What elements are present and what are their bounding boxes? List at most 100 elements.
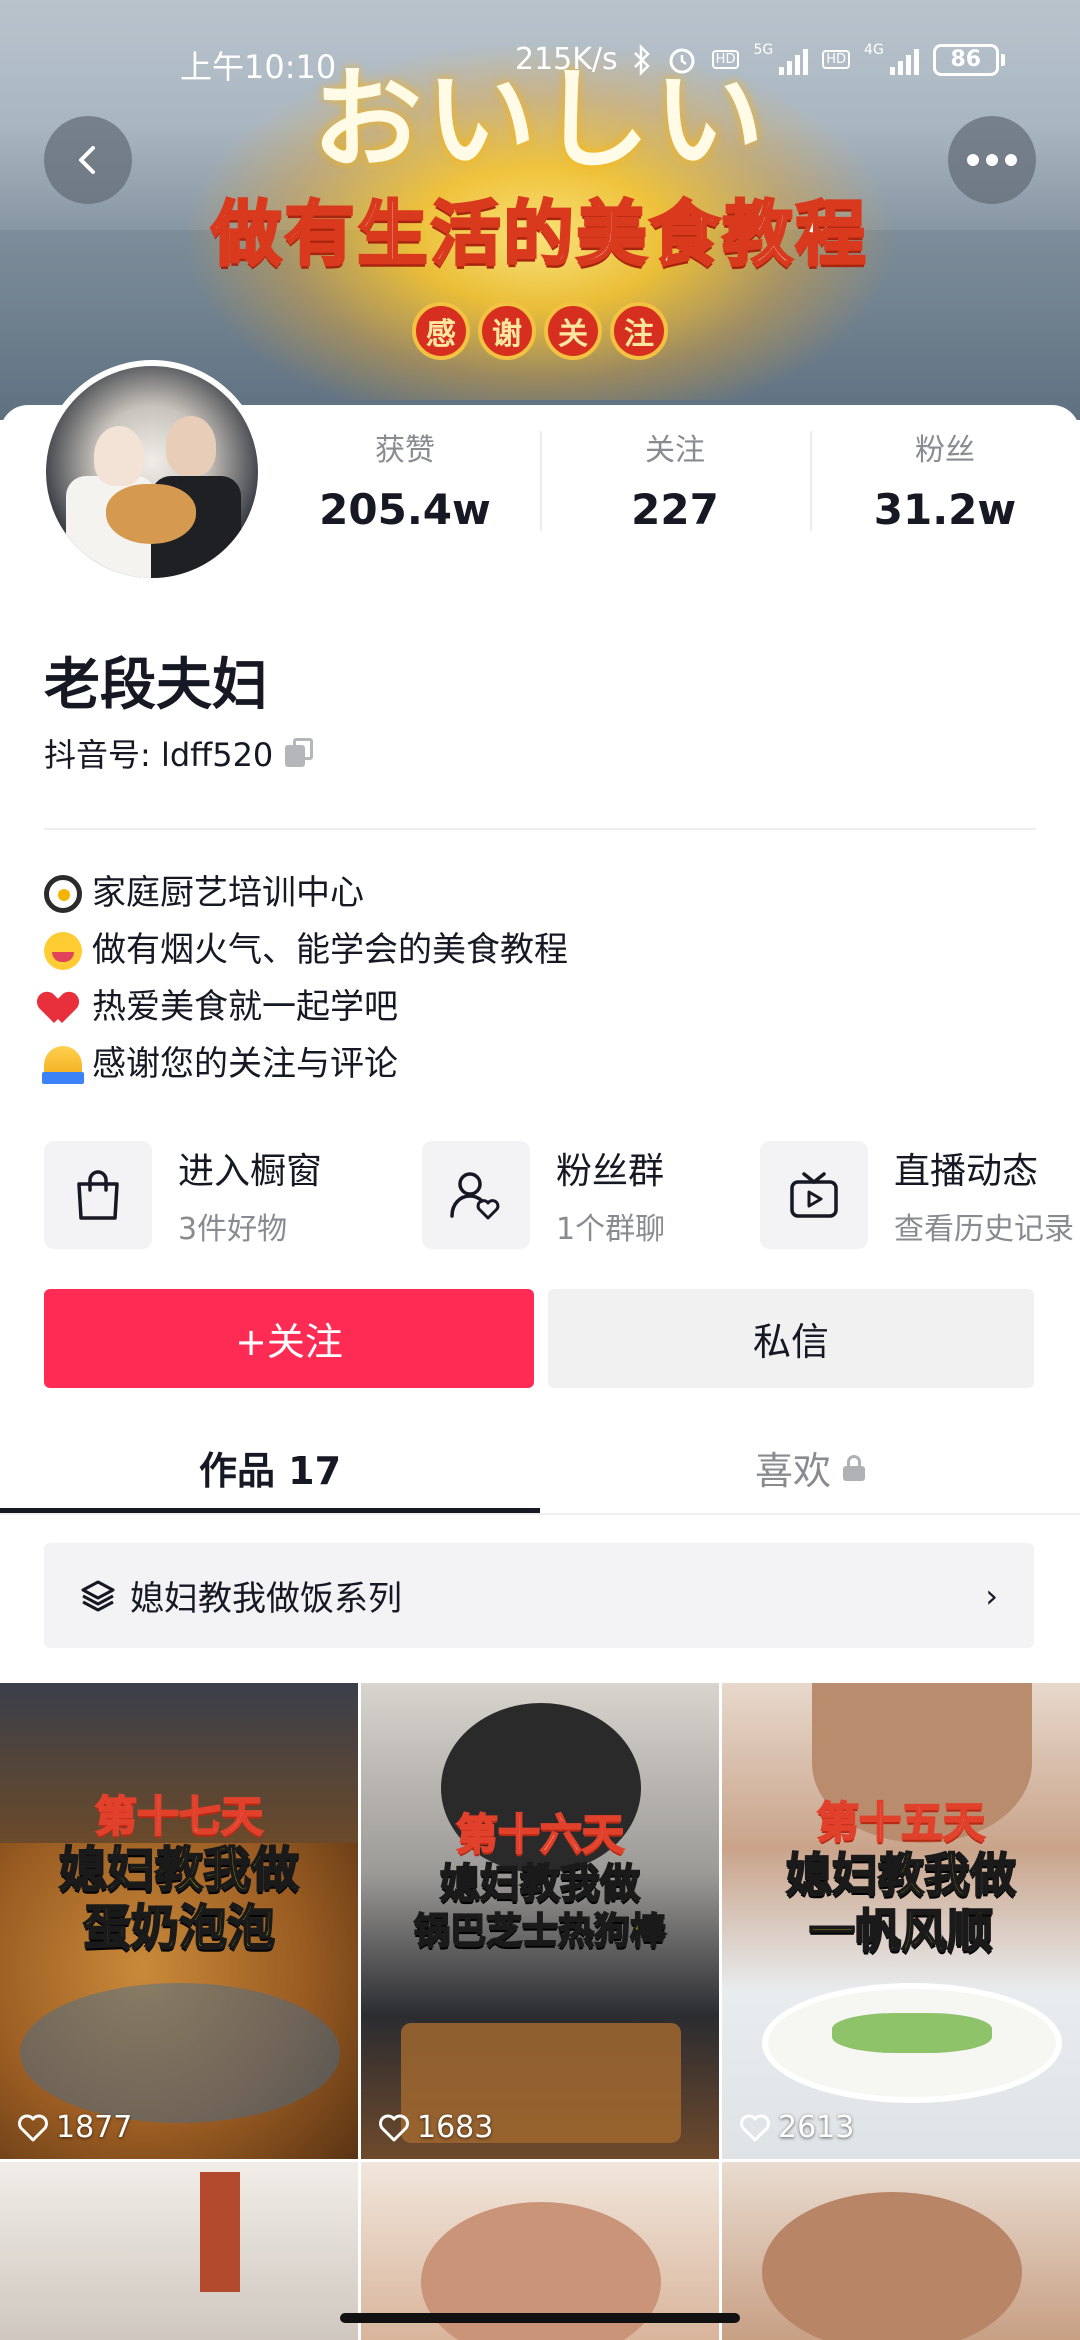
stat-label: 关注 [645, 433, 705, 468]
banner-badge: 关 [544, 302, 602, 360]
video-tile[interactable] [0, 2162, 358, 2340]
smile-emoji-icon [44, 931, 82, 970]
quick-link-live[interactable]: 直播动态 查看历史记录 [760, 1140, 1074, 1250]
video-title-line2: 锅巴芝士热狗棒 [413, 1910, 667, 1953]
profile-bio: 家庭厨艺培训中心 做有烟火气、能学会的美食教程 热爱美食就一起学吧 感谢您的关注… [42, 865, 568, 1093]
bio-line: 感谢您的关注与评论 [42, 1036, 568, 1093]
video-tile[interactable]: 第十七天 媳妇教我做 蛋奶泡泡 1877 [0, 1683, 358, 2159]
series-label: 媳妇教我做饭系列 [130, 1579, 402, 1619]
home-indicator[interactable] [340, 2313, 740, 2323]
heart-outline-icon [18, 2114, 48, 2141]
tab-works[interactable]: 作品 17 [0, 1420, 540, 1515]
status-time: 上午10:10 [180, 48, 337, 86]
quick-links: 进入橱窗 3件好物 粉丝群 1个群聊 直播动态 查看历史记录 [44, 1140, 1080, 1250]
heart-outline-icon [740, 2114, 770, 2141]
fan-group-icon [422, 1141, 530, 1249]
stat-value: 31.2w [873, 485, 1017, 534]
quick-link-showcase[interactable]: 进入橱窗 3件好物 [44, 1140, 322, 1250]
video-like-count: 1683 [417, 2110, 494, 2145]
profile-name: 老段夫妇 [44, 653, 268, 718]
content-tabs: 作品 17 喜欢 [0, 1420, 1080, 1515]
quick-link-subtitle: 查看历史记录 [894, 1212, 1074, 1247]
video-like-count: 1877 [56, 2110, 133, 2145]
video-day: 第十五天 [816, 1797, 986, 1848]
back-arrow-icon [79, 146, 95, 174]
alarm-icon [669, 48, 695, 73]
status-bar: 上午10:10 215K/s HD 5G HD 4G 86 [0, 36, 1080, 86]
video-tile[interactable] [722, 2162, 1080, 2340]
battery-level: 86 [932, 43, 999, 76]
hd-icon: HD [711, 50, 740, 69]
bio-text: 感谢您的关注与评论 [92, 1044, 398, 1084]
hd-icon: HD [822, 50, 851, 69]
stat-value: 205.4w [319, 485, 491, 534]
stat-likes[interactable]: 获赞 205.4w [270, 425, 540, 535]
video-title-line1: 媳妇教我做 [439, 1860, 641, 1908]
stat-following[interactable]: 关注 227 [540, 425, 810, 535]
banner-badge: 注 [610, 302, 668, 360]
video-title-line1: 媳妇教我做 [785, 1848, 1017, 1903]
follow-button[interactable]: +关注 [44, 1289, 534, 1388]
lock-icon [843, 1454, 865, 1481]
banner-badge: 感 [412, 302, 470, 360]
quick-link-subtitle: 3件好物 [178, 1212, 288, 1247]
tab-indicator [0, 1508, 540, 1513]
bio-line: 家庭厨艺培训中心 [44, 865, 568, 922]
stat-value: 227 [631, 485, 719, 534]
video-title-line2: 一帆风顺 [808, 1904, 994, 1959]
sim1-network-tag: 5G [753, 41, 774, 58]
banner-badges: 感 谢 关 注 [0, 302, 1080, 360]
quick-link-title: 进入橱窗 [178, 1151, 323, 1192]
quick-link-fan-group[interactable]: 粉丝群 1个群聊 [422, 1140, 665, 1250]
douyin-id-row[interactable]: 抖音号: ldff520 [44, 730, 315, 776]
net-speed: 215K/s [515, 42, 618, 77]
banner-badge: 谢 [478, 302, 536, 360]
avatar[interactable] [40, 360, 264, 584]
video-title-line1: 媳妇教我做 [58, 1841, 300, 1898]
tab-likes[interactable]: 喜欢 [540, 1420, 1080, 1515]
bluetooth-icon [633, 43, 650, 76]
live-tv-icon [760, 1141, 868, 1249]
bio-line: 做有烟火气、能学会的美食教程 [44, 922, 568, 979]
heart-emoji-icon [44, 989, 82, 1027]
bio-text: 家庭厨艺培训中心 [92, 873, 364, 913]
stat-label: 获赞 [375, 433, 435, 468]
message-button[interactable]: 私信 [548, 1289, 1034, 1388]
shopping-bag-icon [44, 1141, 152, 1249]
more-button[interactable] [948, 116, 1036, 204]
bio-text: 做有烟火气、能学会的美食教程 [92, 930, 568, 970]
quick-link-subtitle: 1个群聊 [556, 1212, 666, 1247]
series-collection[interactable]: 媳妇教我做饭系列 › [44, 1543, 1034, 1648]
heart-outline-icon [379, 2114, 409, 2141]
video-likes: 2613 [740, 2110, 854, 2145]
layers-icon [81, 1580, 115, 1611]
stat-label: 粉丝 [915, 433, 975, 468]
tab-works-label: 作品 17 [198, 1449, 342, 1493]
signal-icon [889, 45, 919, 75]
tab-likes-label: 喜欢 [754, 1449, 831, 1493]
video-tile[interactable]: 第十五天 媳妇教我做 一帆风顺 2613 [722, 1683, 1080, 2159]
frying-pan-icon [44, 874, 82, 913]
video-day: 第十七天 [94, 1791, 264, 1842]
quick-link-title: 直播动态 [894, 1151, 1039, 1192]
battery-icon: 86 [932, 43, 1005, 76]
douyin-id: 抖音号: ldff520 [44, 736, 274, 774]
back-button[interactable] [44, 116, 132, 204]
divider [44, 828, 1036, 830]
bio-text: 热爱美食就一起学吧 [92, 987, 398, 1027]
banner-title-main: 做有生活的美食教程 [210, 192, 869, 277]
stat-followers[interactable]: 粉丝 31.2w [810, 425, 1080, 535]
video-like-count: 2613 [778, 2110, 855, 2145]
copy-icon[interactable] [285, 738, 315, 768]
quick-link-title: 粉丝群 [556, 1151, 665, 1192]
profile-stats: 获赞 205.4w 关注 227 粉丝 31.2w [270, 425, 1080, 535]
video-day: 第十六天 [455, 1809, 625, 1860]
video-title-line2: 蛋奶泡泡 [82, 1899, 276, 1956]
more-dots-icon [967, 154, 1017, 166]
status-right-icons: 215K/s HD 5G HD 4G 86 [515, 42, 1005, 77]
pray-emoji-icon [42, 1045, 84, 1084]
sim2-network-tag: 4G [864, 41, 884, 58]
bio-line: 热爱美食就一起学吧 [44, 979, 568, 1036]
video-likes: 1683 [379, 2110, 493, 2145]
video-tile[interactable]: 第十六天 媳妇教我做 锅巴芝士热狗棒 1683 [361, 1683, 719, 2159]
